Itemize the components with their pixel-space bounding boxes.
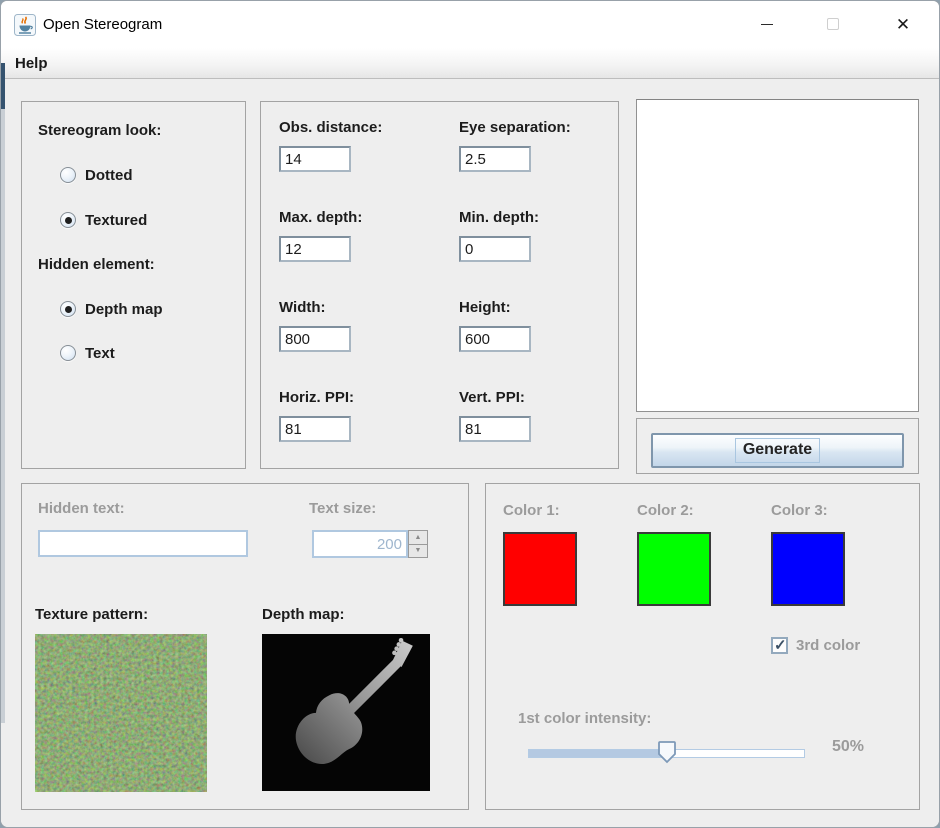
vert-ppi-label: Vert. PPI: bbox=[459, 389, 525, 406]
generate-button[interactable]: Generate bbox=[651, 433, 904, 468]
color2-label: Color 2: bbox=[637, 502, 694, 519]
max-depth-field: Max. depth: bbox=[279, 209, 459, 299]
hidden-element-title: Hidden element: bbox=[38, 256, 155, 273]
background-window-sliver bbox=[1, 63, 5, 723]
window-title: Open Stereogram bbox=[43, 16, 163, 33]
intensity-slider[interactable] bbox=[528, 741, 805, 765]
radio-textured-icon[interactable] bbox=[60, 212, 76, 228]
intensity-label: 1st color intensity: bbox=[518, 710, 652, 727]
color1-swatch[interactable] bbox=[503, 532, 577, 606]
minimize-button[interactable] bbox=[744, 1, 790, 47]
stereogram-look-title: Stereogram look: bbox=[38, 122, 162, 139]
java-icon bbox=[14, 13, 36, 36]
radio-depth-map-label: Depth map bbox=[85, 300, 163, 318]
content-area: Stereogram look: Dotted Textured Hidden … bbox=[1, 80, 939, 827]
horiz-ppi-field: Horiz. PPI: bbox=[279, 389, 459, 479]
obs-distance-input[interactable] bbox=[279, 146, 351, 172]
vert-ppi-input[interactable] bbox=[459, 416, 531, 442]
max-depth-input[interactable] bbox=[279, 236, 351, 262]
horiz-ppi-input[interactable] bbox=[279, 416, 351, 442]
min-depth-field: Min. depth: bbox=[459, 209, 618, 299]
radio-text[interactable]: Text bbox=[60, 344, 229, 362]
close-icon: ✕ bbox=[895, 14, 911, 34]
radio-depth-map-icon[interactable] bbox=[60, 301, 76, 317]
eye-separation-input[interactable] bbox=[459, 146, 531, 172]
check-icon: ✓ bbox=[774, 636, 787, 654]
app-window: Open Stereogram ✕ Help Stereogram look: … bbox=[0, 0, 940, 828]
hidden-text-input[interactable] bbox=[38, 530, 248, 557]
obs-distance-field: Obs. distance: bbox=[279, 119, 459, 209]
texture-pattern-image bbox=[35, 634, 207, 792]
title-bar: Open Stereogram ✕ bbox=[1, 1, 939, 48]
radio-dotted[interactable]: Dotted bbox=[60, 166, 229, 184]
width-field: Width: bbox=[279, 299, 459, 389]
depth-map-label: Depth map: bbox=[262, 606, 345, 623]
width-label: Width: bbox=[279, 299, 326, 316]
color1-label: Color 1: bbox=[503, 502, 560, 519]
radio-text-icon[interactable] bbox=[60, 345, 76, 361]
radio-depth-map[interactable]: Depth map bbox=[60, 300, 229, 318]
spinner-down-icon: ▼ bbox=[414, 547, 422, 555]
color2-swatch[interactable] bbox=[637, 532, 711, 606]
vert-ppi-field: Vert. PPI: bbox=[459, 389, 618, 479]
slider-fill bbox=[529, 750, 667, 757]
hidden-element-panel: Hidden text: Text size: ▲ ▼ Texture patt… bbox=[21, 483, 469, 810]
texture-pattern-label: Texture pattern: bbox=[35, 606, 149, 623]
depth-map-image bbox=[262, 634, 430, 791]
horiz-ppi-label: Horiz. PPI: bbox=[279, 389, 355, 406]
intensity-value: 50% bbox=[832, 738, 865, 755]
spinner-down-button[interactable]: ▼ bbox=[408, 544, 428, 558]
stereogram-look-panel: Stereogram look: Dotted Textured Hidden … bbox=[21, 101, 246, 469]
hidden-text-label: Hidden text: bbox=[38, 500, 125, 517]
spinner-up-button[interactable]: ▲ bbox=[408, 530, 428, 545]
maximize-button[interactable] bbox=[810, 1, 856, 47]
eye-separation-label: Eye separation: bbox=[459, 119, 571, 136]
radio-dotted-label: Dotted bbox=[85, 166, 133, 184]
max-depth-label: Max. depth: bbox=[279, 209, 363, 226]
min-depth-label: Min. depth: bbox=[459, 209, 539, 226]
colors-panel: Color 1: Color 2: Color 3: ✓ 3rd color 1… bbox=[485, 483, 920, 810]
width-input[interactable] bbox=[279, 326, 351, 352]
height-field: Height: bbox=[459, 299, 618, 389]
generate-button-label: Generate bbox=[734, 438, 821, 463]
minimize-icon bbox=[761, 23, 773, 25]
text-size-input[interactable] bbox=[312, 530, 408, 558]
color3-swatch[interactable] bbox=[771, 532, 845, 606]
radio-dotted-icon[interactable] bbox=[60, 167, 76, 183]
text-size-spinner: ▲ ▼ bbox=[312, 530, 428, 558]
generate-panel: Generate bbox=[636, 418, 919, 474]
spinner-up-icon: ▲ bbox=[414, 533, 422, 541]
color3-label: Color 3: bbox=[771, 502, 828, 519]
parameters-panel: Obs. distance: Eye separation: Max. dept… bbox=[260, 101, 619, 469]
third-color-label: 3rd color bbox=[796, 636, 861, 654]
third-color-checkbox[interactable]: ✓ bbox=[771, 636, 788, 654]
third-color-checkbox-row[interactable]: ✓ 3rd color bbox=[771, 636, 860, 654]
eye-separation-field: Eye separation: bbox=[459, 119, 618, 209]
preview-area bbox=[636, 99, 919, 412]
min-depth-input[interactable] bbox=[459, 236, 531, 262]
text-size-label: Text size: bbox=[309, 500, 377, 517]
height-input[interactable] bbox=[459, 326, 531, 352]
menu-help[interactable]: Help bbox=[1, 55, 62, 72]
maximize-icon bbox=[827, 18, 839, 30]
radio-textured-label: Textured bbox=[85, 211, 148, 229]
radio-text-label: Text bbox=[85, 344, 115, 362]
radio-textured[interactable]: Textured bbox=[60, 211, 229, 229]
menu-bar: Help bbox=[1, 48, 939, 79]
close-button[interactable]: ✕ bbox=[880, 1, 926, 47]
height-label: Height: bbox=[459, 299, 511, 316]
slider-thumb[interactable] bbox=[656, 741, 678, 765]
obs-distance-label: Obs. distance: bbox=[279, 119, 383, 136]
